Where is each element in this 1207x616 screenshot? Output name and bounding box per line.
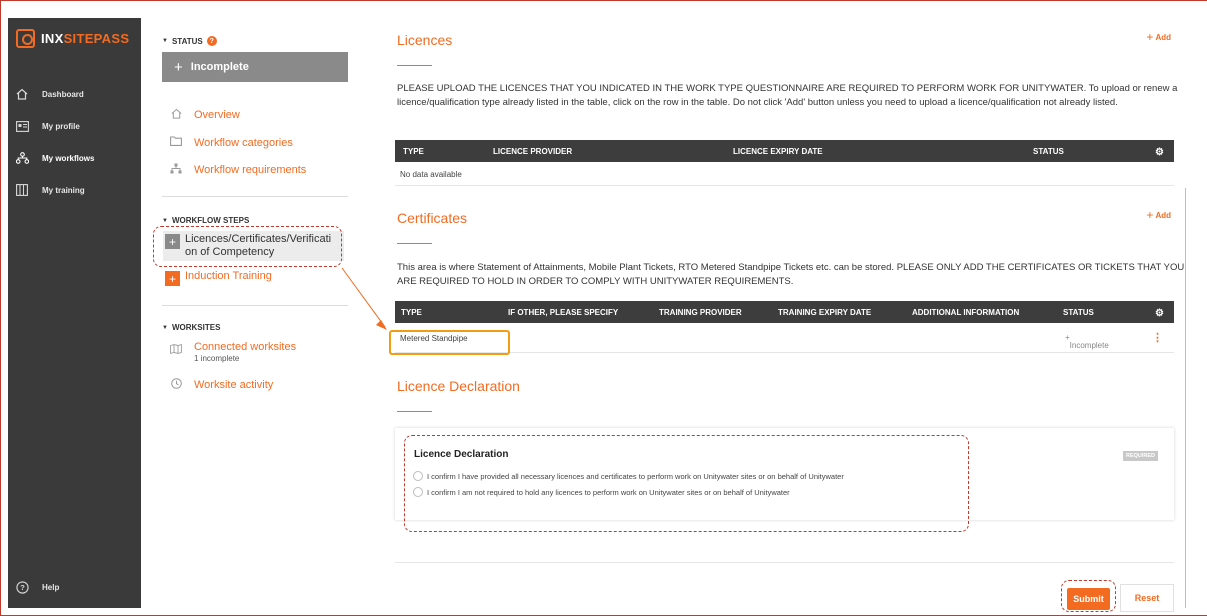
certificates-description: This area is where Statement of Attainme…	[397, 262, 1185, 287]
map-icon	[169, 344, 183, 357]
certificates-table-header: TYPE IF OTHER, PLEASE SPECIFY TRAINING P…	[395, 301, 1174, 323]
section-underline	[397, 243, 432, 244]
workflow-categories-link[interactable]: Workflow categories	[169, 136, 293, 149]
step-plus-icon: +	[165, 271, 180, 286]
collapse-caret-icon: ▼	[162, 217, 168, 224]
collapse-caret-icon: ▼	[162, 324, 168, 331]
workflow-requirements-link[interactable]: Workflow requirements	[169, 163, 306, 177]
help-link[interactable]: ? Help	[14, 580, 59, 594]
profile-card-icon	[14, 119, 30, 133]
home-icon	[169, 108, 183, 122]
status-value: Incomplete	[190, 61, 249, 73]
workflow-panel: ▼ STATUS ? + Incomplete Overview Workflo…	[141, 18, 371, 608]
col-training-expiry-date[interactable]: TRAINING EXPIRY DATE	[778, 308, 871, 317]
status-header-label: STATUS	[171, 36, 203, 46]
row-menu-icon[interactable]: ⋮	[1152, 331, 1163, 344]
licences-title: Licences	[397, 32, 453, 48]
licences-add-button[interactable]: + Add	[1146, 30, 1171, 44]
section-underline	[397, 411, 432, 412]
col-licence-provider[interactable]: LICENCE PROVIDER	[493, 147, 572, 156]
add-label: Add	[1155, 210, 1171, 220]
book-icon	[14, 183, 30, 197]
col-licence-expiry-date[interactable]: LICENCE EXPIRY DATE	[733, 147, 823, 156]
status-bar: + Incomplete	[162, 52, 348, 82]
reset-button[interactable]: Reset	[1120, 584, 1174, 612]
clock-icon	[169, 378, 183, 392]
overview-label: Overview	[194, 109, 240, 121]
workflow-icon	[14, 151, 30, 165]
col-if-other[interactable]: IF OTHER, PLEASE SPECIFY	[508, 308, 618, 317]
nav-item-my-profile[interactable]: My profile	[8, 110, 141, 142]
status-help-badge[interactable]: ?	[206, 36, 217, 46]
worksites-label: WORKSITES	[171, 323, 221, 332]
step-label: Induction Training	[185, 270, 272, 282]
collapse-caret-icon: ▼	[162, 38, 168, 44]
licences-table-header: TYPE LICENCE PROVIDER LICENCE EXPIRY DAT…	[395, 140, 1174, 162]
gear-icon[interactable]: ⚙	[1155, 308, 1164, 319]
certificates-title: Certificates	[397, 210, 468, 226]
connected-worksites-link[interactable]: Connected worksites 1 incomplete	[169, 342, 296, 364]
content-border	[1185, 188, 1186, 608]
col-status[interactable]: STATUS	[1033, 147, 1064, 156]
declaration-title: Licence Declaration	[397, 378, 520, 394]
workflow-categories-label: Workflow categories	[194, 136, 293, 149]
nav-item-my-workflows[interactable]: My workflows	[8, 142, 141, 174]
status-header[interactable]: ▼ STATUS ?	[162, 36, 217, 46]
certificates-add-button[interactable]: + Add	[1146, 208, 1171, 222]
app-sidebar: INXSITEPASS Dashboard My profile My work…	[8, 18, 141, 608]
home-icon	[14, 87, 30, 101]
panel-divider	[162, 196, 348, 197]
col-status[interactable]: STATUS	[1063, 308, 1094, 317]
help-label: Help	[42, 582, 60, 592]
col-training-provider[interactable]: TRAINING PROVIDER	[659, 308, 742, 317]
certificate-row[interactable]: Metered Standpipe + Incomplete ⋮	[395, 323, 1174, 353]
col-type[interactable]: TYPE	[401, 308, 422, 317]
footer-divider	[395, 562, 1174, 563]
plus-icon: +	[1146, 30, 1154, 44]
worksite-activity-link[interactable]: Worksite activity	[169, 378, 273, 392]
licences-empty-row: No data available	[395, 162, 1174, 186]
logo-text: INXSITEPASS	[41, 31, 130, 46]
certificate-status: + Incomplete	[1065, 333, 1109, 350]
overview-link[interactable]: Overview	[169, 108, 240, 122]
nav-item-my-training[interactable]: My training	[8, 174, 141, 206]
connected-worksites-label: Connected worksites	[194, 341, 297, 353]
section-underline	[397, 65, 432, 66]
col-type[interactable]: TYPE	[403, 147, 424, 156]
logo-mark-icon	[16, 29, 35, 48]
nav-label: My profile	[42, 121, 80, 131]
gear-icon[interactable]: ⚙	[1155, 147, 1164, 158]
workflow-steps-header[interactable]: ▼ WORKFLOW STEPS	[162, 216, 249, 225]
hierarchy-icon	[169, 163, 183, 177]
add-label: Add	[1155, 32, 1171, 42]
nav-label: Dashboard	[42, 89, 84, 99]
connected-worksites-count: 1 incomplete	[194, 354, 240, 363]
main-nav: Dashboard My profile My workflows My tra…	[8, 78, 141, 206]
annotation-submit-highlight	[1061, 580, 1116, 612]
folder-icon	[169, 136, 183, 149]
panel-divider	[162, 305, 348, 306]
worksite-activity-label: Worksite activity	[194, 379, 274, 391]
licences-description: PLEASE UPLOAD THE LICENCES THAT YOU INDI…	[397, 83, 1178, 108]
annotation-step-highlight	[153, 226, 342, 267]
plus-icon: +	[1146, 208, 1154, 222]
nav-label: My training	[42, 185, 85, 195]
workflow-steps-label: WORKFLOW STEPS	[171, 216, 250, 225]
nav-label: My workflows	[42, 153, 95, 163]
highlight-box	[389, 330, 510, 355]
worksites-header[interactable]: ▼ WORKSITES	[162, 323, 220, 332]
step-induction-training[interactable]: + Induction Training	[165, 270, 345, 286]
svg-text:?: ?	[20, 583, 25, 592]
col-additional-information[interactable]: ADDITIONAL INFORMATION	[912, 308, 1019, 317]
help-circle-icon: ?	[14, 580, 30, 594]
required-badge: REQUIRED	[1122, 451, 1158, 461]
plus-icon: +	[174, 58, 183, 76]
empty-text: No data available	[400, 170, 462, 179]
app-logo[interactable]: INXSITEPASS	[16, 29, 129, 48]
annotation-declaration-highlight	[404, 435, 969, 532]
workflow-requirements-label: Workflow requirements	[194, 164, 307, 176]
nav-item-dashboard[interactable]: Dashboard	[8, 78, 141, 110]
